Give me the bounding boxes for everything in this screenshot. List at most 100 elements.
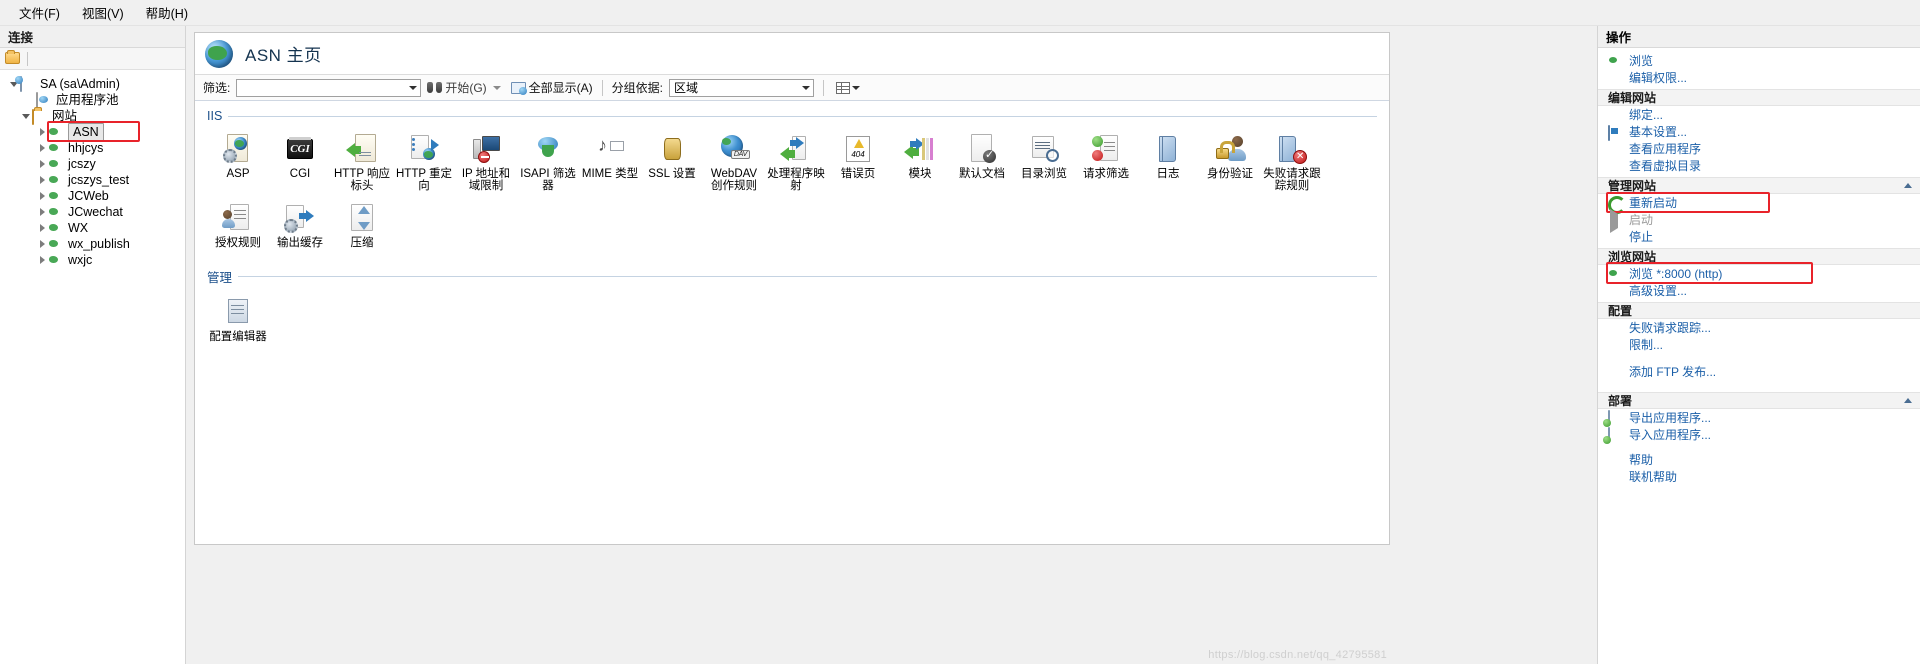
feature-cgi[interactable]: CGI CGI xyxy=(269,127,331,196)
actions-group-manage-site[interactable]: 管理网站 xyxy=(1598,177,1920,194)
filter-input[interactable] xyxy=(236,78,422,97)
chevron-down-icon[interactable] xyxy=(409,85,418,90)
tree-item-label: hhjcys xyxy=(68,141,104,155)
action-view-virtual-directories[interactable]: 查看虚拟目录 xyxy=(1598,157,1920,174)
feature-error-pages[interactable]: 404 错误页 xyxy=(827,127,889,196)
tree-item-site-wx-publish[interactable]: wx_publish xyxy=(6,236,185,252)
folder-sites-icon xyxy=(32,108,48,125)
action-help[interactable]: 帮助 xyxy=(1598,451,1920,468)
connect-to-server-icon[interactable] xyxy=(5,50,21,66)
action-start[interactable]: 启动 xyxy=(1598,209,1920,233)
tree-item-site-wx[interactable]: WX xyxy=(6,220,185,236)
group-by-select[interactable]: 区域 xyxy=(669,78,815,97)
chevron-down-icon[interactable] xyxy=(852,85,861,90)
menu-file[interactable]: 文件(F) xyxy=(8,0,71,25)
expander-closed-icon[interactable] xyxy=(36,236,48,252)
expander-closed-icon[interactable] xyxy=(36,124,48,140)
action-export-application[interactable]: 导出应用程序... xyxy=(1598,409,1920,426)
expander-closed-icon[interactable] xyxy=(36,188,48,204)
tree-item-label: wxjc xyxy=(68,253,93,267)
tree-item-site-asn[interactable]: ASN xyxy=(6,123,185,141)
feature-directory-browsing[interactable]: 目录浏览 xyxy=(1013,127,1075,196)
go-button[interactable]: 开始(G) xyxy=(427,79,487,96)
feature-configuration-editor[interactable]: 配置编辑器 xyxy=(207,290,269,347)
failed-request-tracing-rules-icon xyxy=(1276,133,1308,165)
action-basic-settings[interactable]: 基本设置... xyxy=(1598,123,1920,141)
tree-item-site-jcwechat[interactable]: JCwechat xyxy=(6,204,185,220)
tree-item-label: wx_publish xyxy=(68,237,130,251)
action-import-application[interactable]: 导入应用程序... xyxy=(1598,426,1920,443)
action-view-applications[interactable]: 查看应用程序 xyxy=(1598,140,1920,157)
actions-group-deploy[interactable]: 部署 xyxy=(1598,392,1920,409)
ip-address-domain-restrictions-icon xyxy=(470,133,502,165)
tree-item-app-pools[interactable]: 应用程序池 xyxy=(6,92,185,108)
actions-list: 浏览 编辑权限... 编辑网站 绑定... 基本设置... 查看应用程序 查看虚… xyxy=(1598,48,1920,485)
export-icon xyxy=(1608,410,1623,426)
feature-http-response-headers[interactable]: HTTP 响应标头 xyxy=(331,127,393,196)
tree-item-site-hhjcys[interactable]: hhjcys xyxy=(6,140,185,156)
action-add-ftp-publishing[interactable]: 添加 FTP 发布... xyxy=(1598,363,1920,380)
view-mode-button[interactable] xyxy=(833,80,863,96)
go-dropdown-chevron-icon[interactable] xyxy=(492,85,501,90)
feature-authorization-rules[interactable]: 授权规则 xyxy=(207,196,269,253)
action-failed-request-tracing[interactable]: 失败请求跟踪... xyxy=(1598,319,1920,336)
feature-failed-request-tracing-rules[interactable]: 失败请求跟踪规则 xyxy=(1261,127,1323,196)
feature-http-redirect[interactable]: HTTP 重定向 xyxy=(393,127,455,196)
feature-webdav-authoring-rules[interactable]: DAV WebDAV 创作规则 xyxy=(703,127,765,196)
feature-logging[interactable]: 日志 xyxy=(1137,127,1199,196)
tree-item-site-jcszys-test[interactable]: jcszys_test xyxy=(6,172,185,188)
feature-default-document[interactable]: 默认文档 xyxy=(951,127,1013,196)
feature-ip-restrictions[interactable]: IP 地址和域限制 xyxy=(455,127,517,196)
expander-closed-icon[interactable] xyxy=(36,204,48,220)
feature-label: 输出缓存 xyxy=(277,237,323,249)
action-edit-permissions[interactable]: 编辑权限... xyxy=(1598,69,1920,86)
action-restart[interactable]: 重新启动 xyxy=(1598,194,1920,211)
menu-help[interactable]: 帮助(H) xyxy=(135,0,199,25)
menu-view[interactable]: 视图(V) xyxy=(71,0,135,25)
action-online-help[interactable]: 联机帮助 xyxy=(1598,468,1920,485)
feature-handler-mappings[interactable]: 处理程序映射 xyxy=(765,127,827,196)
feature-asp[interactable]: ASP xyxy=(207,127,269,196)
authorization-rules-icon xyxy=(222,202,254,234)
expander-closed-icon[interactable] xyxy=(36,252,48,268)
expander-closed-icon[interactable] xyxy=(36,172,48,188)
expander-open-icon[interactable] xyxy=(20,108,32,124)
feature-ssl-settings[interactable]: SSL 设置 xyxy=(641,127,703,196)
feature-mime-types[interactable]: MIME 类型 xyxy=(579,127,641,196)
tree-item-label: jcszy xyxy=(68,157,96,171)
feature-modules[interactable]: 模块 xyxy=(889,127,951,196)
tree-item-label: WX xyxy=(68,221,89,235)
feature-output-caching[interactable]: 输出缓存 xyxy=(269,196,331,253)
tree-item-site-jcszy[interactable]: jcszy xyxy=(6,156,185,172)
tree-item-site-wxjc[interactable]: wxjc xyxy=(6,252,185,268)
feature-authentication[interactable]: 身份验证 xyxy=(1199,127,1261,196)
actions-group-browse-site: 浏览网站 xyxy=(1598,248,1920,265)
tree-item-site-jcweb[interactable]: JCWeb xyxy=(6,188,185,204)
expander-closed-icon[interactable] xyxy=(36,220,48,236)
chevron-down-icon[interactable] xyxy=(802,85,811,90)
action-browse[interactable]: 浏览 xyxy=(1598,52,1920,69)
site-globe-icon xyxy=(48,124,64,140)
action-label: 添加 FTP 发布... xyxy=(1629,365,1717,379)
expander-closed-icon[interactable] xyxy=(36,156,48,172)
action-browse-site-8000[interactable]: 浏览 *:8000 (http) xyxy=(1598,265,1920,282)
action-stop[interactable]: 停止 xyxy=(1598,228,1920,245)
show-all-button[interactable]: 全部显示(A) xyxy=(510,79,593,96)
handler-mappings-icon xyxy=(780,133,812,165)
chevron-up-icon[interactable] xyxy=(1904,398,1912,403)
expander-closed-icon[interactable] xyxy=(36,140,48,156)
tree-item-sites[interactable]: 网站 xyxy=(6,108,185,125)
action-bindings[interactable]: 绑定... xyxy=(1598,106,1920,123)
feature-request-filtering[interactable]: 请求筛选 xyxy=(1075,127,1137,196)
feature-isapi-filters[interactable]: ISAPI 筛选器 xyxy=(517,127,579,196)
action-advanced-settings[interactable]: 高级设置... xyxy=(1598,282,1920,299)
feature-compression[interactable]: 压缩 xyxy=(331,196,393,253)
action-limits[interactable]: 限制... xyxy=(1598,336,1920,353)
action-label: 帮助 xyxy=(1629,453,1654,467)
feature-label: SSL 设置 xyxy=(648,168,696,180)
chevron-up-icon[interactable] xyxy=(1904,183,1912,188)
action-label: 基本设置... xyxy=(1629,125,1688,139)
filter-label: 筛选: xyxy=(203,81,231,95)
tree-item-server[interactable]: SA (sa\Admin) xyxy=(6,76,185,92)
binoculars-icon xyxy=(427,81,443,94)
